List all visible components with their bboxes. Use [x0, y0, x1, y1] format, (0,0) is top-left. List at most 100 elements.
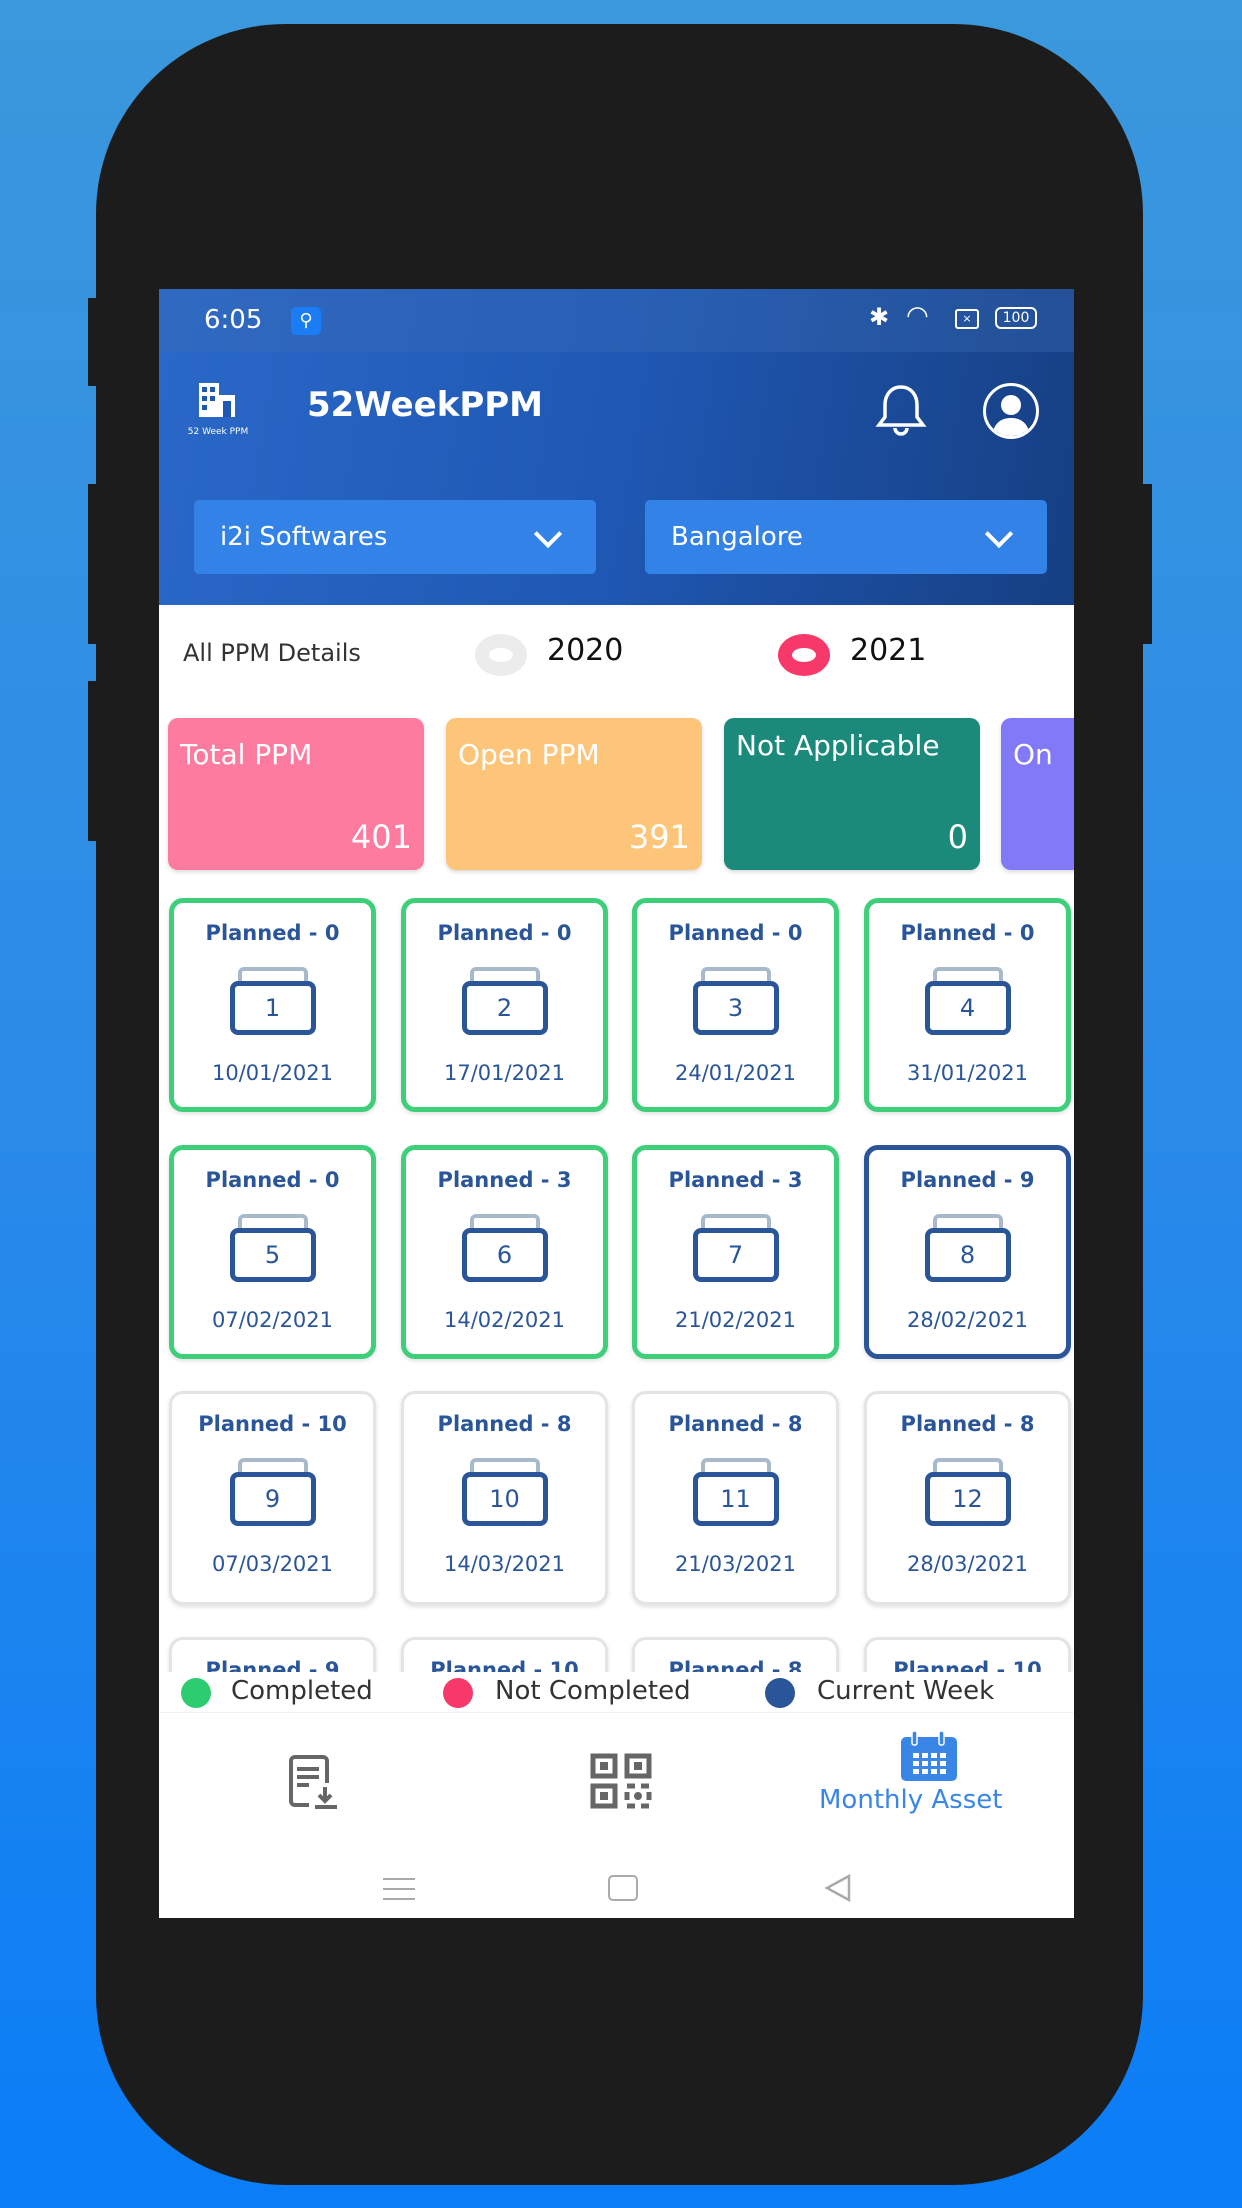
sim-icon: ×: [955, 309, 979, 329]
notification-bell-icon[interactable]: [873, 381, 929, 441]
week-date: 07/02/2021: [211, 1308, 334, 1332]
calendar-icon: 6: [461, 1214, 548, 1284]
app-logo: 52 Week PPM: [183, 383, 253, 439]
calendar-icon: 5: [229, 1214, 316, 1284]
bottom-navigation: Monthly Asset: [159, 1712, 1074, 1918]
stat-value: 391: [628, 818, 690, 856]
city-value: Bangalore: [671, 522, 803, 552]
week-card[interactable]: Planned - 0 1 10/01/2021: [169, 898, 376, 1112]
year-2020-label[interactable]: 2020: [547, 633, 623, 668]
stat-label: Open PPM: [458, 738, 600, 771]
week-date: 14/03/2021: [443, 1552, 566, 1576]
week-card[interactable]: Planned - 0 3 24/01/2021: [632, 898, 839, 1112]
week-card[interactable]: Planned - 0 2 17/01/2021: [401, 898, 608, 1112]
phone-button: [88, 681, 98, 841]
legend-current-week: Current Week: [817, 1676, 995, 1706]
planned-count: Planned - 0: [205, 921, 340, 945]
city-dropdown[interactable]: Bangalore: [645, 500, 1047, 574]
calendar-icon[interactable]: [899, 1730, 959, 1781]
week-card[interactable]: Planned - 0 4 31/01/2021: [864, 898, 1071, 1112]
week-date: 21/02/2021: [674, 1308, 797, 1332]
week-date: 17/01/2021: [443, 1061, 566, 1085]
phone-button: [88, 484, 98, 644]
week-date: 28/03/2021: [906, 1552, 1029, 1576]
completed-dot: [181, 1678, 211, 1708]
chevron-down-icon: [984, 519, 1014, 549]
phone-button: [1142, 484, 1152, 644]
stat-card[interactable]: On: [1001, 718, 1074, 870]
stat-label: Not Applicable: [736, 729, 940, 762]
back-icon[interactable]: [823, 1873, 853, 1903]
company-value: i2i Softwares: [220, 522, 388, 552]
week-number: 11: [692, 1472, 779, 1526]
app-header: 6:05 ⚲ ✱ ◠ × 100 52 Week PPM 52WeekPPM i…: [159, 289, 1074, 605]
bluetooth-icon: ✱: [869, 303, 890, 331]
week-date: 28/02/2021: [906, 1308, 1029, 1332]
week-number: 5: [229, 1228, 316, 1282]
planned-count: Planned - 8: [437, 1412, 572, 1436]
week-card[interactable]: Planned - 3 7 21/02/2021: [632, 1145, 839, 1359]
monthly-asset-tab-label[interactable]: Monthly Asset: [819, 1785, 1002, 1815]
radio-2021-selected[interactable]: [778, 634, 830, 676]
week-date: 21/03/2021: [674, 1552, 797, 1576]
company-dropdown[interactable]: i2i Softwares: [194, 500, 596, 574]
all-ppm-label: All PPM Details: [183, 639, 361, 667]
week-card[interactable]: Planned - 8 12 28/03/2021: [864, 1391, 1071, 1605]
calendar-icon: 4: [924, 967, 1011, 1037]
planned-count: Planned - 0: [900, 921, 1035, 945]
calendar-icon: 2: [461, 967, 548, 1037]
week-number: 10: [461, 1472, 548, 1526]
app-title: 52WeekPPM: [307, 385, 544, 425]
stat-card[interactable]: Total PPM 401: [168, 718, 424, 870]
week-number: 3: [692, 981, 779, 1035]
week-card[interactable]: Planned - 0 5 07/02/2021: [169, 1145, 376, 1359]
planned-count: Planned - 0: [205, 1168, 340, 1192]
planned-count: Planned - 8: [668, 1412, 803, 1436]
week-card[interactable]: Planned - 10 9 07/03/2021: [169, 1391, 376, 1605]
radio-2020[interactable]: [475, 634, 527, 676]
profile-avatar-icon[interactable]: [983, 383, 1039, 439]
stat-card[interactable]: Not Applicable 0: [724, 718, 980, 870]
chevron-down-icon: [533, 519, 563, 549]
stat-card[interactable]: Open PPM 391: [446, 718, 702, 870]
week-date: 07/03/2021: [211, 1552, 334, 1576]
week-number: 2: [461, 981, 548, 1035]
qr-scan-icon[interactable]: [590, 1753, 652, 1809]
report-download-icon[interactable]: [285, 1753, 341, 1813]
legend-completed: Completed: [231, 1676, 373, 1706]
week-card[interactable]: Planned - 8 11 21/03/2021: [632, 1391, 839, 1605]
planned-count: Planned - 10: [198, 1412, 347, 1436]
planned-count: Planned - 0: [437, 921, 572, 945]
app-screen: 6:05 ⚲ ✱ ◠ × 100 52 Week PPM 52WeekPPM i…: [159, 289, 1074, 1918]
week-card[interactable]: Planned - 8 10 14/03/2021: [401, 1391, 608, 1605]
week-card[interactable]: Planned - 3 6 14/02/2021: [401, 1145, 608, 1359]
planned-count: Planned - 0: [668, 921, 803, 945]
usb-icon: ⚲: [291, 307, 321, 335]
week-date: 24/01/2021: [674, 1061, 797, 1085]
week-number: 12: [924, 1472, 1011, 1526]
calendar-icon: 10: [461, 1458, 548, 1528]
week-date: 10/01/2021: [211, 1061, 334, 1085]
week-number: 1: [229, 981, 316, 1035]
legend-not-completed: Not Completed: [495, 1676, 691, 1706]
year-2021-label[interactable]: 2021: [850, 633, 926, 668]
week-number: 4: [924, 981, 1011, 1035]
logo-text: 52 Week PPM: [187, 427, 249, 437]
calendar-icon: 11: [692, 1458, 779, 1528]
planned-count: Planned - 3: [668, 1168, 803, 1192]
week-card[interactable]: Planned - 9 8 28/02/2021: [864, 1145, 1071, 1359]
planned-count: Planned - 9: [900, 1168, 1035, 1192]
battery-icon: 100: [995, 307, 1037, 329]
wifi-icon: ◠: [906, 301, 929, 331]
not-completed-dot: [443, 1678, 473, 1708]
week-date: 31/01/2021: [906, 1061, 1029, 1085]
calendar-icon: 8: [924, 1214, 1011, 1284]
week-date: 14/02/2021: [443, 1308, 566, 1332]
status-time: 6:05: [204, 305, 263, 335]
stat-value: 0: [947, 818, 968, 856]
calendar-icon: 1: [229, 967, 316, 1037]
planned-count: Planned - 3: [437, 1168, 572, 1192]
week-number: 8: [924, 1228, 1011, 1282]
home-icon[interactable]: [608, 1875, 638, 1901]
recent-apps-icon[interactable]: [383, 1878, 415, 1900]
